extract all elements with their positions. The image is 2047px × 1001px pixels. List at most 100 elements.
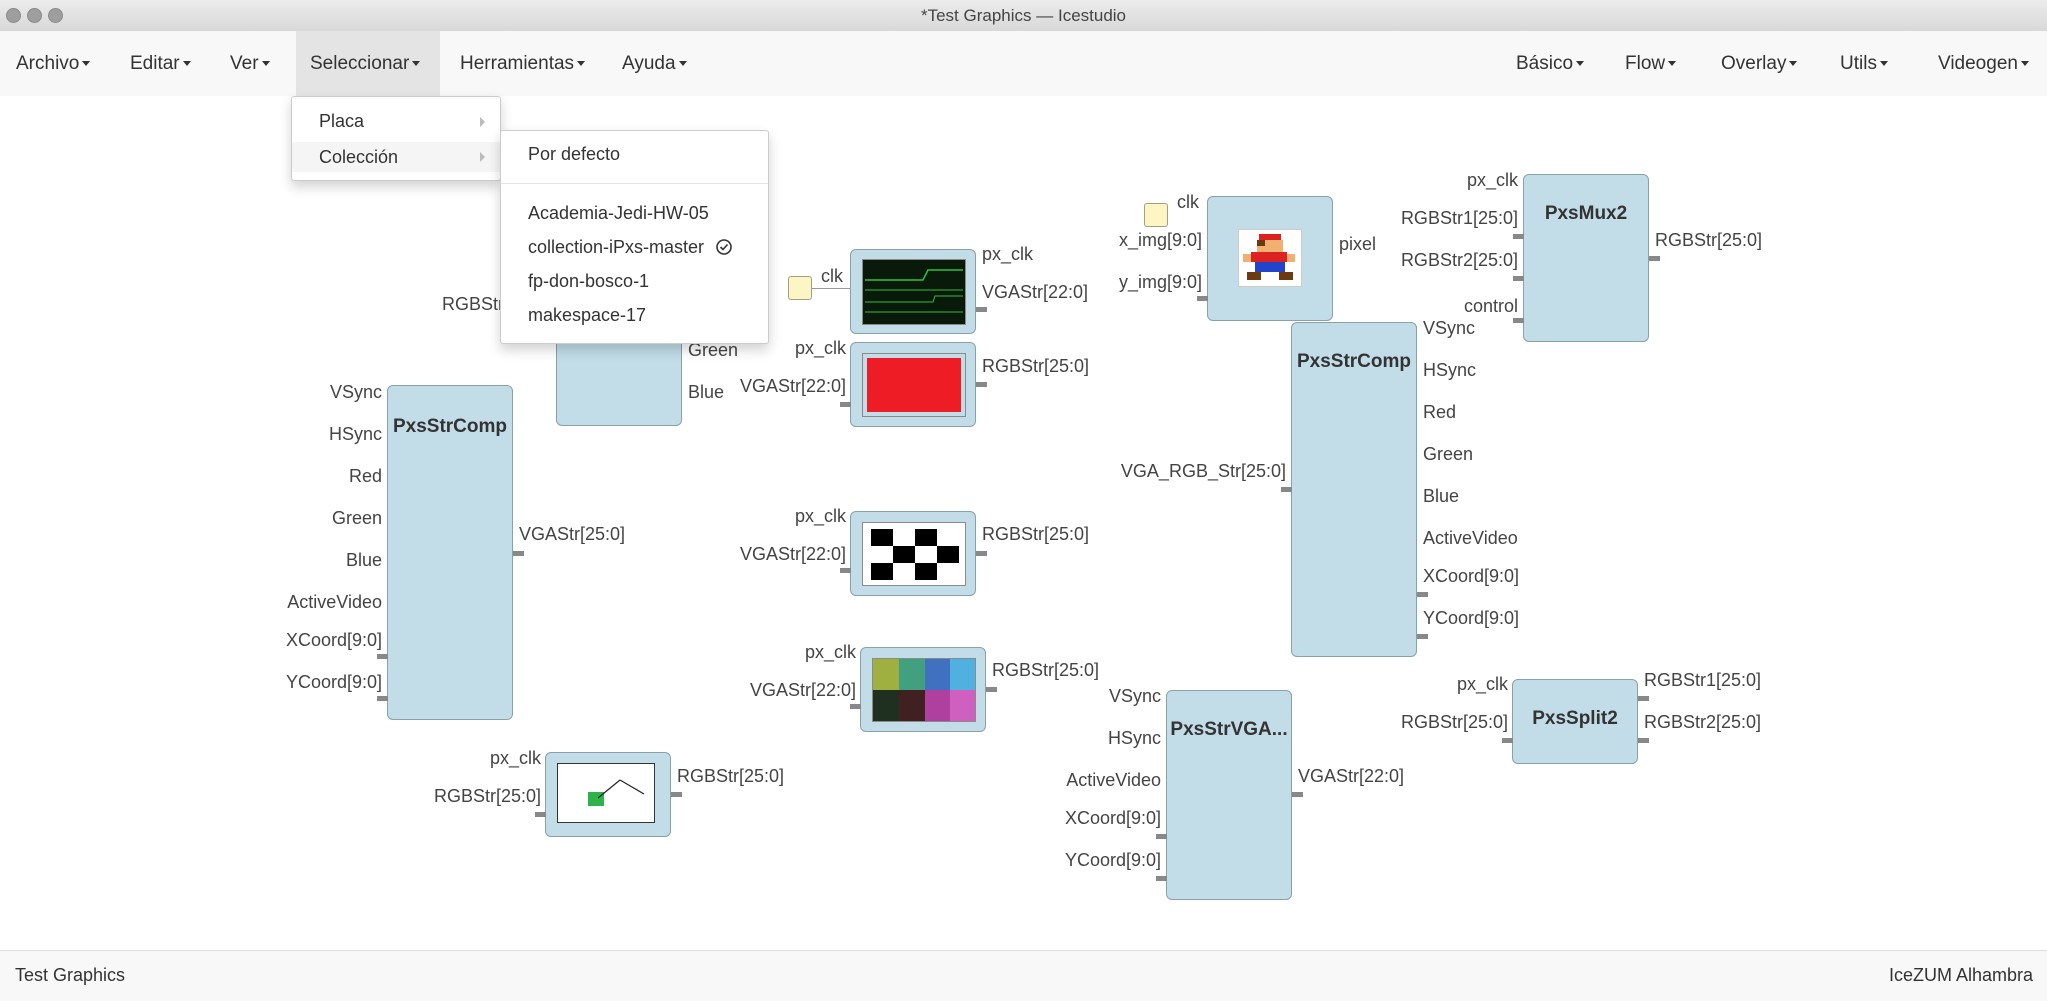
menu-item-collection[interactable]: makespace-17 xyxy=(501,305,768,326)
input-pin[interactable] xyxy=(1513,276,1524,281)
bounce-image xyxy=(557,763,655,823)
menu-utils[interactable]: Utils xyxy=(1826,31,1902,96)
block-title: PxsSplit2 xyxy=(1532,708,1618,729)
output-pin[interactable] xyxy=(976,551,987,556)
block-vga-timing[interactable] xyxy=(850,249,976,334)
port-label: ActiveVideo xyxy=(1066,770,1161,790)
port-label: XCoord[9:0] xyxy=(285,630,382,650)
caret-down-icon xyxy=(1576,61,1585,67)
design-canvas[interactable]: PxsStrComp VSync HSync Red Green Blue Ac… xyxy=(0,96,2047,950)
input-pin[interactable] xyxy=(377,696,388,701)
menu-item-collection[interactable]: fp-don-bosco-1 xyxy=(501,271,768,292)
palette-image xyxy=(872,658,976,722)
caret-down-icon xyxy=(1879,61,1888,67)
block-title: PxsStrComp xyxy=(1296,351,1412,372)
port-label: clk xyxy=(821,266,843,286)
mario-sprite-icon xyxy=(1243,234,1295,280)
port-label: VGAStr[25:0] xyxy=(519,524,626,544)
block-checker[interactable] xyxy=(850,511,976,596)
menu-item-placa[interactable]: Placa xyxy=(292,111,500,132)
block-title: PxsStrVGA... xyxy=(1170,719,1288,740)
input-pin[interactable] xyxy=(1156,876,1167,881)
constant-input[interactable] xyxy=(788,276,812,300)
input-pin[interactable] xyxy=(1197,296,1208,301)
input-pin[interactable] xyxy=(1281,487,1292,492)
window-title: *Test Graphics — Icestudio xyxy=(920,6,1127,25)
output-pin[interactable] xyxy=(986,687,997,692)
output-pin[interactable] xyxy=(1417,634,1428,639)
caret-down-icon xyxy=(82,61,91,67)
output-pin[interactable] xyxy=(513,551,524,556)
output-pin[interactable] xyxy=(1649,256,1660,261)
output-pin[interactable] xyxy=(1638,696,1649,701)
input-pin[interactable] xyxy=(377,654,388,659)
menu-editar[interactable]: Editar xyxy=(116,31,205,96)
port-label: Red xyxy=(1423,402,1457,422)
output-pin[interactable] xyxy=(976,307,987,312)
port-label: YCoord[9:0] xyxy=(1064,850,1161,870)
port-label: RGBStr[25:0] xyxy=(992,660,1100,680)
project-name: Test Graphics xyxy=(15,965,126,985)
port-label: Blue xyxy=(345,550,382,570)
menu-videogen[interactable]: Videogen xyxy=(1924,31,2043,96)
input-pin[interactable] xyxy=(1513,318,1524,323)
input-pin[interactable] xyxy=(840,568,851,573)
input-pin[interactable] xyxy=(1502,738,1513,743)
port-label: YCoord[9:0] xyxy=(1423,608,1520,628)
input-pin[interactable] xyxy=(535,812,546,817)
block-image[interactable] xyxy=(1207,196,1333,321)
port-label: control xyxy=(1463,296,1518,316)
input-pin[interactable] xyxy=(1156,834,1167,839)
port-label: RGBStr[25:0] xyxy=(433,786,541,806)
sprite-image xyxy=(1238,229,1302,287)
block-bounce[interactable] xyxy=(545,752,671,837)
menu-ver[interactable]: Ver xyxy=(216,31,284,96)
output-pin[interactable] xyxy=(1292,792,1303,797)
port-label: clk xyxy=(1177,192,1199,212)
block-pxsstrcomp-left[interactable]: PxsStrComp xyxy=(387,385,513,720)
menu-item-collection[interactable]: collection-iPxs-master xyxy=(501,237,768,258)
block-palette[interactable] xyxy=(860,647,986,732)
input-pin[interactable] xyxy=(840,402,851,407)
output-pin[interactable] xyxy=(1638,738,1649,743)
menu-flow[interactable]: Flow xyxy=(1611,31,1690,96)
menu-item-por-defecto[interactable]: Por defecto xyxy=(501,144,768,165)
port-label: VGAStr[22:0] xyxy=(739,376,846,396)
port-label: RGBStr[25:0] xyxy=(982,356,1090,376)
menu-herramientas[interactable]: Herramientas xyxy=(446,31,599,96)
status-bar: Test Graphics IceZUM Alhambra xyxy=(0,950,2047,1001)
menu-archivo[interactable]: Archivo xyxy=(2,31,104,96)
input-pin[interactable] xyxy=(1513,234,1524,239)
port-label: x_img[9:0] xyxy=(1118,230,1202,250)
menu-divider xyxy=(501,183,768,184)
port-label: VGAStr[22:0] xyxy=(982,282,1089,302)
board-name[interactable]: IceZUM Alhambra xyxy=(1889,965,2033,986)
menu-ayuda[interactable]: Ayuda xyxy=(608,31,701,96)
port-label: RGBStr1[25:0] xyxy=(1644,670,1762,690)
output-pin[interactable] xyxy=(1417,592,1428,597)
block-pxssplit2[interactable]: PxsSplit2 xyxy=(1512,679,1638,764)
caret-down-icon xyxy=(1789,61,1798,67)
block-title: PxsStrComp xyxy=(392,416,508,437)
constant-input[interactable] xyxy=(1144,203,1168,227)
menu-basico[interactable]: Básico xyxy=(1502,31,1598,96)
input-pin[interactable] xyxy=(850,704,861,709)
bounce-icon xyxy=(588,779,645,806)
menu-overlay[interactable]: Overlay xyxy=(1707,31,1811,96)
block-pxsmux2[interactable]: PxsMux2 xyxy=(1523,174,1649,342)
menu-item-coleccion[interactable]: Colección xyxy=(292,142,500,172)
menu-item-collection[interactable]: Academia-Jedi-HW-05 xyxy=(501,203,768,224)
port-label: XCoord[9:0] xyxy=(1064,808,1161,828)
port-label: YCoord[9:0] xyxy=(285,672,382,692)
output-pin[interactable] xyxy=(671,792,682,797)
block-pxsstrvga[interactable]: PxsStrVGA... xyxy=(1166,690,1292,900)
caret-down-icon xyxy=(2020,61,2029,67)
menu-seleccionar[interactable]: Seleccionar xyxy=(296,31,440,96)
port-label: Blue xyxy=(1423,486,1460,506)
output-pin[interactable] xyxy=(976,382,987,387)
red-swatch xyxy=(867,358,961,412)
port-label: RGBStr xyxy=(442,294,505,314)
block-red-fill[interactable] xyxy=(850,342,976,427)
block-pxsstrcomp-right[interactable]: PxsStrComp xyxy=(1291,322,1417,657)
port-label: VSync xyxy=(1108,686,1161,706)
